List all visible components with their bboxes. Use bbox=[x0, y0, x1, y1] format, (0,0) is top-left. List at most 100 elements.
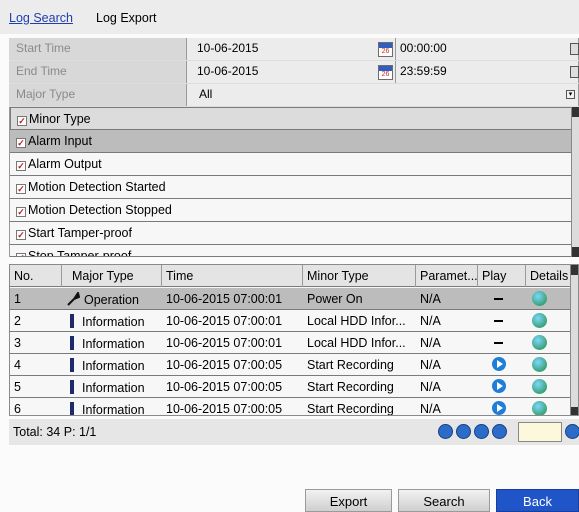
cell-major-label: Information bbox=[82, 359, 145, 373]
info-bar-icon bbox=[70, 336, 74, 350]
checkbox-checked-icon[interactable]: ✓ bbox=[16, 161, 26, 171]
cell-minor: Power On bbox=[307, 292, 363, 306]
play-icon[interactable] bbox=[492, 401, 506, 415]
scroll-up-icon[interactable] bbox=[571, 265, 578, 275]
cell-details bbox=[526, 376, 572, 398]
clock-icon[interactable] bbox=[570, 43, 579, 55]
major-type-value: All bbox=[199, 87, 213, 101]
next-page-icon[interactable] bbox=[474, 424, 489, 439]
dash-icon bbox=[494, 342, 503, 344]
minor-type-header[interactable]: ✓ Minor Type bbox=[10, 107, 572, 130]
minor-type-item[interactable]: ✓Stop Tamper-proof bbox=[10, 245, 572, 257]
col-details[interactable]: Details bbox=[526, 265, 572, 287]
cell-no: 4 bbox=[14, 358, 21, 372]
cell-major-label: Information bbox=[82, 337, 145, 351]
minor-type-header-label: Minor Type bbox=[29, 112, 91, 126]
cell-minor: Local HDD Infor... bbox=[307, 314, 406, 328]
major-type-select[interactable]: All ▾ bbox=[187, 84, 579, 106]
table-row[interactable]: 4 Information 10-06-2015 07:00:05 Start … bbox=[10, 354, 572, 376]
checkbox-checked-icon[interactable]: ✓ bbox=[17, 116, 27, 126]
back-button[interactable]: Back bbox=[496, 489, 579, 512]
end-date-value: 10-06-2015 bbox=[197, 64, 259, 78]
minor-type-item[interactable]: ✓ Alarm Output bbox=[10, 153, 572, 176]
checkbox-checked-icon[interactable]: ✓ bbox=[16, 253, 26, 256]
results-header: No. Major Type Time Minor Type Paramet..… bbox=[10, 265, 572, 287]
cell-major-label: Operation bbox=[84, 293, 139, 307]
table-row[interactable]: 2 Information 10-06-2015 07:00:01 Local … bbox=[10, 310, 572, 332]
first-page-icon[interactable] bbox=[438, 424, 453, 439]
table-row[interactable]: 3 Information 10-06-2015 07:00:01 Local … bbox=[10, 332, 572, 354]
col-no[interactable]: No. bbox=[10, 265, 62, 287]
start-time-field[interactable]: 00:00:00 bbox=[396, 38, 579, 60]
details-globe-icon[interactable] bbox=[532, 401, 547, 415]
checkbox-checked-icon[interactable]: ✓ bbox=[16, 230, 26, 240]
cell-param: N/A bbox=[420, 358, 441, 372]
go-page-icon[interactable] bbox=[565, 424, 579, 439]
cell-major-label: Information bbox=[82, 315, 145, 329]
checkbox-checked-icon[interactable]: ✓ bbox=[16, 138, 26, 148]
col-play[interactable]: Play bbox=[478, 265, 526, 287]
cell-time: 10-06-2015 07:00:05 bbox=[166, 380, 283, 394]
minor-type-item-label: Motion Detection Stopped bbox=[28, 203, 172, 217]
cell-play bbox=[478, 332, 526, 354]
start-time-row: Start Time 10-06-2015 26 00:00:00 bbox=[9, 38, 579, 60]
minor-type-list: ✓ Minor Type ✓ Alarm Input ✓ Alarm Output ✓… bbox=[9, 107, 579, 257]
cell-no: 3 bbox=[14, 336, 21, 350]
cell-major: Information bbox=[62, 354, 145, 376]
info-bar-icon bbox=[70, 402, 74, 415]
minor-type-scrollbar[interactable] bbox=[571, 107, 579, 257]
cell-param: N/A bbox=[420, 336, 441, 350]
prev-page-icon[interactable] bbox=[456, 424, 471, 439]
minor-type-item[interactable]: ✓ Motion Detection Started bbox=[10, 176, 572, 199]
col-time[interactable]: Time bbox=[162, 265, 303, 287]
details-globe-icon[interactable] bbox=[532, 357, 547, 372]
cell-minor: Local HDD Infor... bbox=[307, 336, 406, 350]
minor-type-item[interactable]: ✓ Start Tamper-proof bbox=[10, 222, 572, 245]
minor-type-item-label: Alarm Input bbox=[28, 134, 92, 148]
minor-type-item-label: Start Tamper-proof bbox=[28, 226, 132, 240]
scroll-up-icon[interactable] bbox=[572, 107, 579, 117]
calendar-icon[interactable]: 26 bbox=[378, 65, 393, 80]
details-globe-icon[interactable] bbox=[532, 335, 547, 350]
info-bar-icon bbox=[70, 358, 74, 372]
details-globe-icon[interactable] bbox=[532, 313, 547, 328]
minor-type-item[interactable]: ✓ Motion Detection Stopped bbox=[10, 199, 572, 222]
chevron-down-icon[interactable]: ▾ bbox=[566, 90, 575, 99]
end-time-field[interactable]: 23:59:59 bbox=[396, 61, 579, 83]
start-time-value: 00:00:00 bbox=[400, 41, 447, 55]
last-page-icon[interactable] bbox=[492, 424, 507, 439]
export-button[interactable]: Export bbox=[305, 489, 392, 512]
cell-play bbox=[478, 354, 526, 376]
end-date-field[interactable]: 10-06-2015 26 bbox=[187, 61, 396, 83]
cell-no: 2 bbox=[14, 314, 21, 328]
col-major-type[interactable]: Major Type bbox=[62, 265, 162, 287]
scroll-down-icon[interactable] bbox=[571, 407, 578, 415]
col-parameter[interactable]: Paramet... bbox=[416, 265, 478, 287]
tab-log-export[interactable]: Log Export bbox=[96, 11, 156, 25]
tab-log-search[interactable]: Log Search bbox=[9, 11, 73, 25]
page-number-input[interactable] bbox=[518, 422, 562, 442]
table-row[interactable]: 1 Operation 10-06-2015 07:00:01 Power On… bbox=[10, 288, 572, 310]
details-globe-icon[interactable] bbox=[532, 379, 547, 394]
search-button[interactable]: Search bbox=[398, 489, 490, 512]
table-row[interactable]: 5 Information 10-06-2015 07:00:05 Start … bbox=[10, 376, 572, 398]
start-date-field[interactable]: 10-06-2015 26 bbox=[187, 38, 396, 60]
calendar-icon[interactable]: 26 bbox=[378, 42, 393, 57]
results-scrollbar[interactable] bbox=[570, 265, 578, 415]
play-icon[interactable] bbox=[492, 379, 506, 393]
cell-param: N/A bbox=[420, 314, 441, 328]
cell-play bbox=[478, 288, 526, 310]
cell-param: N/A bbox=[420, 402, 441, 416]
cell-major: Operation bbox=[62, 288, 139, 310]
minor-type-item[interactable]: ✓ Alarm Input bbox=[10, 130, 572, 153]
cell-details bbox=[526, 332, 572, 354]
end-time-value: 23:59:59 bbox=[400, 64, 447, 78]
table-row[interactable]: 6 Information 10-06-2015 07:00:05 Start … bbox=[10, 398, 572, 416]
play-icon[interactable] bbox=[492, 357, 506, 371]
col-minor-type[interactable]: Minor Type bbox=[303, 265, 416, 287]
checkbox-checked-icon[interactable]: ✓ bbox=[16, 184, 26, 194]
details-globe-icon[interactable] bbox=[532, 291, 547, 306]
checkbox-checked-icon[interactable]: ✓ bbox=[16, 207, 26, 217]
scroll-down-icon[interactable] bbox=[572, 247, 579, 257]
clock-icon[interactable] bbox=[570, 66, 579, 78]
